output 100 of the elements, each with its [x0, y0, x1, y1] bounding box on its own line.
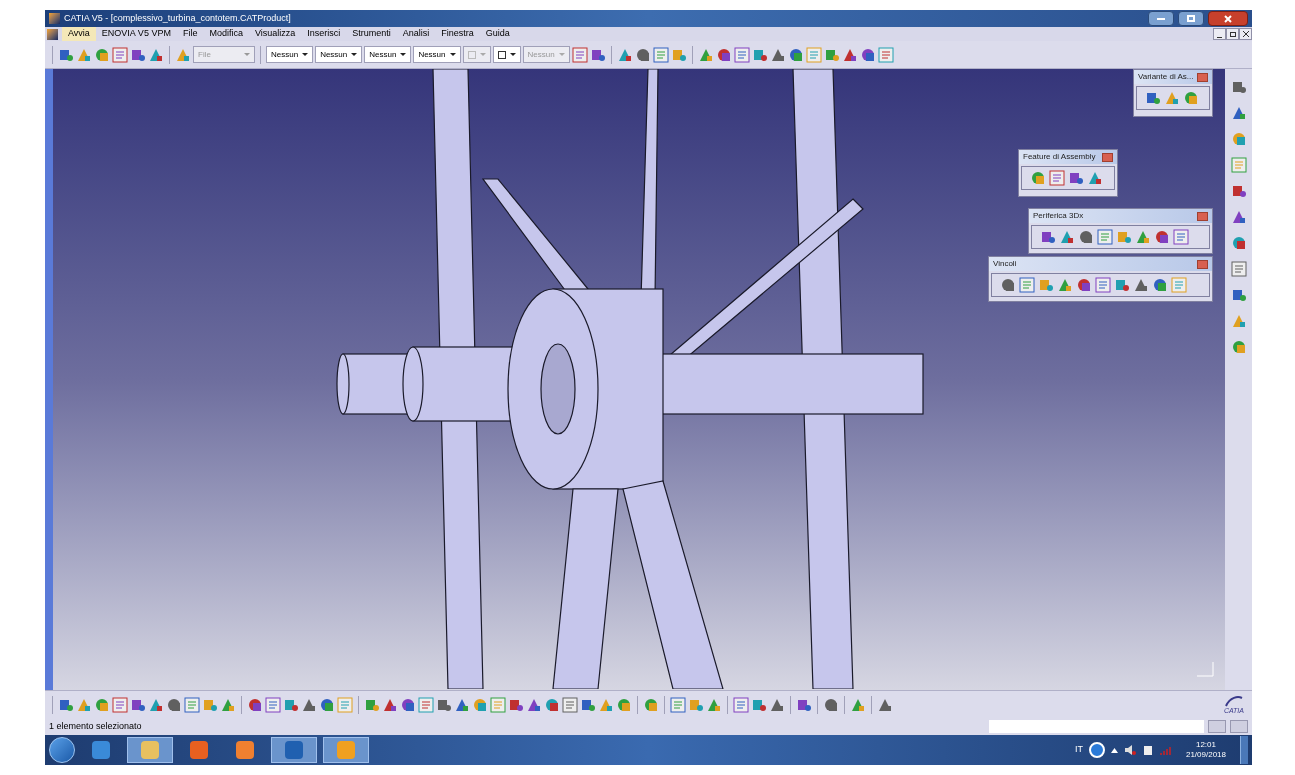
tool-icon[interactable] — [1019, 277, 1035, 293]
tool-icon[interactable] — [1230, 235, 1247, 251]
style-dropdown[interactable]: Nessun — [315, 46, 363, 63]
tool-icon[interactable] — [94, 696, 110, 713]
tool-icon[interactable] — [247, 696, 263, 713]
tool-icon[interactable] — [1164, 90, 1180, 106]
toolbar-title: Vincoli — [993, 258, 1017, 270]
tool-icon[interactable] — [1173, 229, 1189, 245]
tool-icon[interactable] — [1095, 277, 1111, 293]
show-desktop-button[interactable] — [1240, 736, 1248, 764]
tool-icon[interactable] — [634, 46, 651, 63]
command-input-field[interactable] — [989, 720, 1204, 733]
caret-icon[interactable] — [1110, 747, 1118, 753]
tool-icon[interactable] — [616, 696, 632, 713]
minimize-button[interactable] — [1213, 28, 1226, 40]
menu-item[interactable]: Modifica — [203, 27, 249, 41]
tool-icon[interactable] — [652, 46, 669, 63]
tool-icon[interactable] — [859, 46, 876, 63]
tool-icon[interactable] — [319, 696, 335, 713]
tool-icon[interactable] — [1116, 229, 1132, 245]
tool-icon[interactable] — [1154, 229, 1170, 245]
toolbar-title: Feature di Assembly — [1023, 151, 1096, 163]
tool-icon[interactable] — [1097, 229, 1113, 245]
tool-icon[interactable] — [1076, 277, 1092, 293]
tool-icon[interactable] — [1057, 277, 1073, 293]
tool-icon[interactable] — [472, 696, 488, 713]
tool-icon[interactable] — [418, 696, 434, 713]
tool-icon[interactable] — [94, 46, 110, 63]
3d-viewport[interactable]: Variante di As... Feature di Assembly Periferica 3Dx Vincoli — [45, 69, 1225, 690]
status-message: 1 elemento selezionato — [48, 719, 143, 733]
tool-icon[interactable] — [1230, 209, 1247, 225]
restore-button[interactable] — [1226, 28, 1239, 40]
tool-icon[interactable] — [1230, 339, 1247, 355]
help-icon[interactable] — [1088, 742, 1105, 758]
tool-icon[interactable] — [1230, 131, 1247, 147]
tool-icon[interactable] — [166, 696, 182, 713]
style-dropdown[interactable]: Nessun — [266, 46, 314, 63]
tool-icon[interactable] — [1230, 261, 1247, 277]
clock-date[interactable]: 21/09/2018 — [1185, 750, 1226, 760]
tool-icon[interactable] — [1230, 287, 1247, 303]
tool-icon[interactable] — [400, 696, 416, 713]
tool-icon[interactable] — [544, 696, 560, 713]
tool-icon[interactable] — [112, 696, 128, 713]
tool-icon[interactable] — [1230, 313, 1247, 329]
menu-item[interactable]: Analisi — [396, 27, 436, 41]
tool-icon[interactable] — [1230, 183, 1247, 199]
menu-item[interactable]: Visualizza — [248, 27, 302, 41]
tool-icon[interactable] — [1145, 90, 1161, 106]
app-icon — [49, 13, 60, 24]
toolbar-title: Periferica 3Dx — [1033, 210, 1084, 222]
tool-icon[interactable] — [265, 696, 281, 713]
tool-icon[interactable] — [1059, 229, 1075, 245]
tool-icon[interactable] — [1049, 170, 1065, 186]
tool-icon[interactable] — [733, 696, 749, 713]
tool-icon[interactable] — [670, 696, 686, 713]
tool-icon[interactable] — [1087, 170, 1103, 186]
tool-icon[interactable] — [733, 46, 750, 63]
maximize-button[interactable] — [1178, 11, 1204, 26]
language-indicator[interactable]: IT — [1074, 743, 1083, 757]
tool-icon[interactable] — [1230, 105, 1247, 121]
close-button[interactable] — [1239, 28, 1252, 40]
menu-item[interactable]: Finestra — [435, 27, 480, 41]
menu-item[interactable]: Guida — [479, 27, 516, 41]
tool-icon[interactable] — [184, 696, 200, 713]
tool-icon[interactable] — [1114, 277, 1130, 293]
tool-icon[interactable] — [823, 696, 839, 713]
tool-icon[interactable] — [1040, 229, 1056, 245]
minimize-button[interactable] — [1148, 11, 1174, 26]
tool-icon[interactable] — [1152, 277, 1168, 293]
tool-icon[interactable] — [1135, 229, 1151, 245]
menu-item[interactable]: Strumenti — [346, 27, 397, 41]
tool-icon[interactable] — [877, 46, 894, 63]
tool-icon[interactable] — [1078, 229, 1094, 245]
tool-icon[interactable] — [1000, 277, 1016, 293]
tool-icon[interactable] — [715, 46, 732, 63]
menu-item[interactable]: File — [176, 27, 204, 41]
style-dropdown[interactable]: Nessun — [364, 46, 412, 63]
tool-icon[interactable] — [787, 46, 804, 63]
start-button[interactable] — [49, 737, 75, 763]
tool-icon[interactable] — [562, 696, 578, 713]
menu-item[interactable]: Inserisci — [301, 27, 347, 41]
style-dropdown[interactable]: Nessun — [413, 46, 461, 63]
tool-icon[interactable] — [1183, 90, 1199, 106]
tool-icon[interactable] — [643, 696, 659, 713]
close-button[interactable] — [1208, 11, 1248, 26]
tool-icon[interactable] — [571, 46, 588, 63]
icon-dropdown[interactable] — [492, 46, 521, 63]
tool-icon[interactable] — [1038, 277, 1054, 293]
document-icon — [47, 28, 58, 40]
tool-icon[interactable] — [112, 46, 128, 63]
tool-icon[interactable] — [1030, 170, 1046, 186]
tool-icon[interactable] — [1068, 170, 1084, 186]
menu-item[interactable]: ENOVIA V5 VPM — [95, 27, 177, 41]
tool-icon[interactable] — [1133, 277, 1149, 293]
menu-item[interactable]: Avvia — [62, 27, 96, 41]
taskbar-button[interactable] — [271, 737, 317, 763]
speaker-icon[interactable] — [1123, 744, 1136, 756]
clock-time[interactable]: 12:01 — [1195, 740, 1216, 750]
close-icon — [1224, 14, 1232, 23]
tool-icon[interactable] — [1230, 79, 1247, 95]
